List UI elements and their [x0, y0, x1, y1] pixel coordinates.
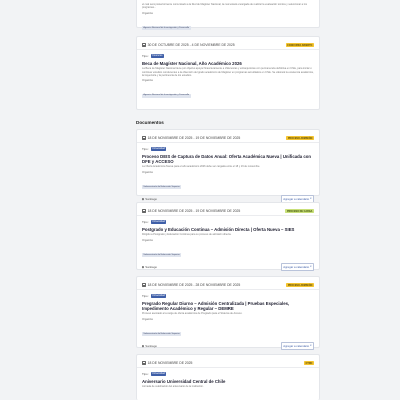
chevron-down-icon: ▾ [310, 344, 312, 348]
event-title[interactable]: Beca de Magíster Nacional, Año Académico… [142, 61, 314, 66]
add-to-calendar-button[interactable]: Agregar a calendario ▾ [280, 263, 314, 271]
location-pin-icon [141, 344, 145, 348]
organizer-tag: Agencia Nacional de Investigación y Desa… [142, 26, 191, 30]
event-card: 30 DE OCTUBRE DE 2025 - 4 DE NOVIEMBRE D… [136, 36, 320, 110]
status-badge: PROCESO ADMISIÓN [286, 282, 314, 288]
calendar-icon [142, 209, 146, 213]
event-location: Santiago [141, 343, 158, 348]
event-card: 18 DE NOVIEMBRE DE 2025 - 28 DE NOVIEMBR… [136, 276, 320, 350]
status-badge: CONCURSO ABIERTO [285, 42, 314, 48]
organizers-label: Organiza: [142, 11, 154, 15]
event-description: el cual será posteriormente comunicado a… [142, 3, 307, 10]
organizer-tag: Subsecretaría de Educación Superior [142, 184, 182, 189]
event-title[interactable]: Postgrado y Educación Continua – Admisió… [142, 227, 314, 232]
type-label: Tipo: [142, 53, 149, 58]
event-card: 18 DE NOVIEMBRE DE 2025 - 19 DE NOVIEMBR… [136, 129, 320, 203]
status-badge: OTRO [303, 360, 314, 366]
organizer-tag: Agencia Nacional de Investigación y Desa… [142, 93, 191, 98]
type-chip[interactable]: Universidad [150, 219, 167, 224]
event-date-text: 18 DE NOVIEMBRE DE 2025 - 19 DE NOVIEMBR… [147, 209, 241, 213]
organizers-label: Organiza: [142, 170, 154, 174]
event-description: La Oferta Académica Nueva para el año ac… [142, 165, 261, 169]
location-text: Santiago [145, 343, 158, 348]
event-date: 18 DE NOVIEMBRE DE 2025 [142, 361, 192, 365]
location-text: Santiago [145, 264, 158, 269]
status-badge: PROCESO ADMISIÓN [286, 135, 314, 141]
type-label: Tipo: [142, 293, 149, 298]
add-to-calendar-label: Agregar a calendario [283, 343, 310, 348]
type-label: Tipo: [142, 219, 149, 224]
event-date-text: 18 DE NOVIEMBRE DE 2025 - 19 DE NOVIEMBR… [147, 136, 241, 140]
organizers-label: Organiza: [142, 317, 154, 321]
add-to-calendar-button[interactable]: Agregar a calendario ▾ [280, 342, 314, 350]
organizers-label: Organiza: [142, 79, 154, 83]
type-label: Tipo: [142, 146, 149, 151]
event-card: 18 DE NOVIEMBRE DE 2025 OTRO Tipo: Unive… [136, 354, 320, 400]
section-title: Documentos [136, 120, 164, 125]
event-location: Santiago [141, 196, 158, 201]
calendar-icon [142, 361, 146, 365]
event-date: 18 DE NOVIEMBRE DE 2025 - 28 DE NOVIEMBR… [142, 283, 240, 287]
status-badge: PROCESO DE CARGA [285, 208, 314, 214]
event-description: Dirigido a Postgrado y Educación Continu… [142, 233, 232, 237]
calendar-icon [142, 43, 146, 47]
event-card: 18 DE NOVIEMBRE DE 2025 - 19 DE NOVIEMBR… [136, 202, 320, 271]
event-date: 18 DE NOVIEMBRE DE 2025 - 19 DE NOVIEMBR… [142, 209, 240, 213]
calendar-icon [142, 283, 146, 287]
organizer-tag: Subsecretaría de Educación Superior [142, 331, 182, 336]
event-title[interactable]: Aniversario Universidad Central de Chile [142, 379, 314, 384]
event-date: 30 DE OCTUBRE DE 2025 - 4 DE NOVIEMBRE D… [142, 43, 235, 47]
event-description: Proceso asociado a la carga de oferta ac… [142, 312, 243, 316]
type-chip[interactable]: Universidad [150, 146, 167, 151]
add-to-calendar-label: Agregar a calendario [283, 196, 310, 201]
location-text: Santiago [145, 196, 158, 201]
location-pin-icon [141, 265, 145, 269]
event-description: Jornada de celebración del aniversario d… [142, 385, 204, 389]
type-chip[interactable]: Universidad [150, 371, 167, 376]
event-date-text: 30 DE OCTUBRE DE 2025 - 4 DE NOVIEMBRE D… [147, 43, 235, 47]
organizer-tag: Subsecretaría de Educación Superior [142, 252, 182, 257]
event-date: 18 DE NOVIEMBRE DE 2025 - 19 DE NOVIEMBR… [142, 136, 240, 140]
event-title[interactable]: Proceso DEIS de Captura de Datos Anual: … [142, 154, 314, 164]
type-label: Tipo: [142, 371, 149, 376]
organizers-label: Organiza: [142, 238, 154, 242]
location-pin-icon [141, 197, 145, 201]
event-location: Santiago [141, 264, 158, 269]
event-date-text: 18 DE NOVIEMBRE DE 2025 - 28 DE NOVIEMBR… [147, 283, 241, 287]
calendar-icon [142, 136, 146, 140]
event-date-text: 18 DE NOVIEMBRE DE 2025 [147, 361, 193, 365]
event-title[interactable]: Pregrado Regular Diurno – Admisión Centr… [142, 301, 314, 311]
add-to-calendar-label: Agregar a calendario [283, 264, 310, 269]
chevron-down-icon: ▾ [310, 265, 312, 269]
type-chip[interactable]: Universidad [150, 293, 167, 298]
event-description: La Beca de Magíster Nacional tiene por o… [142, 67, 314, 77]
type-chip[interactable]: Concurso [150, 53, 164, 58]
event-card-top: el cual será posteriormente comunicado a… [136, 0, 320, 30]
chevron-down-icon: ▾ [310, 197, 312, 201]
